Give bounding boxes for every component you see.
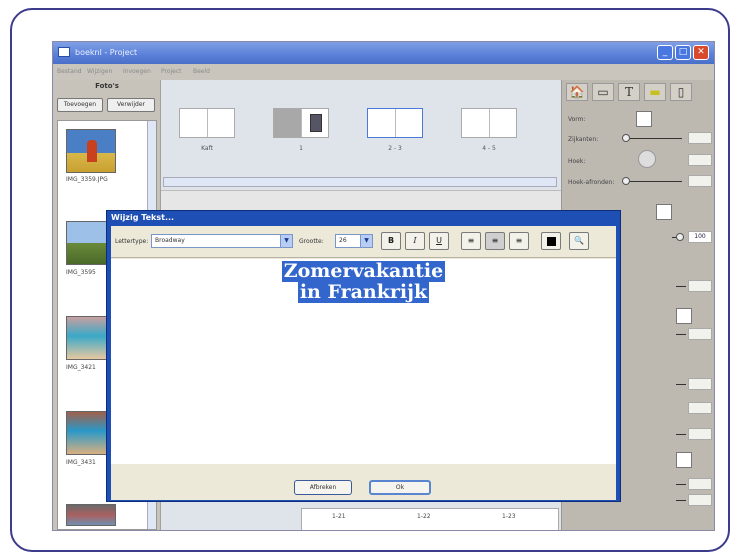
value-box[interactable]: [688, 378, 712, 390]
cancel-button[interactable]: Afbreken: [294, 480, 352, 495]
page-label: 1-23: [502, 513, 516, 520]
maximize-button[interactable]: □: [675, 45, 691, 60]
selected-text-block: Zomervakantie in Frankrijk: [111, 261, 616, 303]
angle-label: Hoek:: [568, 158, 586, 165]
sides-slider-knob[interactable]: [622, 134, 630, 142]
text-line-1: Zomervakantie: [281, 260, 446, 282]
tab-color[interactable]: ▬: [644, 83, 666, 101]
corner-value[interactable]: [688, 175, 712, 187]
text-editor[interactable]: Zomervakantie in Frankrijk: [111, 259, 616, 464]
chevron-down-icon[interactable]: ▼: [280, 235, 292, 247]
tab-text[interactable]: T: [618, 83, 640, 101]
zoom-button[interactable]: 🔍: [569, 232, 589, 250]
slider-track: [676, 434, 686, 435]
photo-label: IMG_3359.JPG: [66, 176, 108, 183]
page-label: 2 - 3: [388, 145, 402, 152]
minimize-button[interactable]: _: [657, 45, 673, 60]
font-value: Broadway: [155, 237, 185, 244]
swatch[interactable]: [676, 452, 692, 468]
value-box[interactable]: [688, 428, 712, 440]
shape-label: Vorm:: [568, 116, 586, 123]
tab-home[interactable]: 🏠: [566, 83, 588, 101]
menu-project[interactable]: Project: [161, 68, 182, 75]
align-center-button[interactable]: ≡: [485, 232, 505, 250]
page-label: Kaft: [201, 145, 213, 152]
app-icon: [58, 47, 70, 57]
italic-button[interactable]: I: [405, 232, 425, 250]
edit-text-dialog: Wijzig Tekst... Lettertype: Broadway ▼ G…: [106, 210, 621, 502]
value-box[interactable]: [688, 402, 712, 414]
sidebar-title: Foto's: [95, 82, 119, 90]
page-spread-2-3[interactable]: [367, 108, 423, 138]
sides-slider-track: [622, 138, 682, 139]
photo-placeholder: [310, 114, 322, 132]
text-line-2: in Frankrijk: [297, 281, 430, 303]
dialog-footer: Afbreken Ok: [111, 464, 616, 500]
angle-dial[interactable]: [638, 150, 656, 168]
text-toolbar: Lettertype: Broadway ▼ Grootte: 26 ▼ B I…: [111, 226, 616, 258]
menu-insert[interactable]: Invoegen: [123, 68, 151, 75]
value-box[interactable]: [688, 478, 712, 490]
text-color-button[interactable]: [541, 232, 561, 250]
sides-label: Zijkanten:: [568, 136, 599, 143]
remove-photo-button[interactable]: Verwijder: [107, 98, 155, 112]
shape-selector[interactable]: [636, 111, 652, 127]
value-box[interactable]: [688, 494, 712, 506]
page-label: 1-21: [332, 513, 346, 520]
size-value: 26: [339, 237, 347, 244]
page-spread-1[interactable]: [273, 108, 329, 138]
photo-thumbnail[interactable]: [66, 129, 116, 173]
ok-button[interactable]: Ok: [369, 480, 431, 495]
corner-label: Hoek-afronden:: [568, 179, 615, 186]
sides-value[interactable]: [688, 132, 712, 144]
font-label: Lettertype:: [115, 238, 149, 245]
slider-track: [676, 484, 686, 485]
title-bar: boeknl - Project _ □ ✕: [53, 42, 714, 64]
page-label: 1: [299, 145, 303, 152]
photo-thumbnail[interactable]: [66, 504, 116, 526]
menu-view[interactable]: Beeld: [193, 68, 210, 75]
font-select[interactable]: Broadway ▼: [151, 234, 293, 248]
color-swatch[interactable]: [656, 204, 672, 220]
dialog-body: Lettertype: Broadway ▼ Grootte: 26 ▼ B I…: [111, 226, 616, 500]
opacity-value[interactable]: 100: [688, 231, 712, 243]
tab-frame[interactable]: ▭: [592, 83, 614, 101]
color-square-icon: [547, 237, 556, 246]
align-right-button[interactable]: ≡: [509, 232, 529, 250]
slider-track: [676, 334, 686, 335]
magnifier-icon: 🔍: [574, 236, 584, 245]
size-label: Grootte:: [299, 238, 324, 245]
add-photo-button[interactable]: Toevoegen: [57, 98, 103, 112]
menu-edit[interactable]: Wijzigen: [87, 68, 112, 75]
slider-track: [676, 500, 686, 501]
window-title: boeknl - Project: [75, 48, 138, 57]
corner-slider-track: [622, 181, 682, 182]
close-button[interactable]: ✕: [693, 45, 709, 60]
value-box[interactable]: [688, 328, 712, 340]
page-overview-scrollbar[interactable]: [163, 177, 557, 187]
underline-button[interactable]: U: [429, 232, 449, 250]
person-figure: [87, 140, 97, 162]
menu-bar: Bestand Wijzigen Invoegen Project Beeld: [53, 64, 714, 80]
opacity-slider-knob[interactable]: [676, 233, 684, 241]
angle-value[interactable]: [688, 154, 712, 166]
chevron-down-icon[interactable]: ▼: [360, 235, 372, 247]
bottom-page-strip: 1-21 1-22 1-23: [301, 508, 559, 530]
slider-track: [676, 384, 686, 385]
dialog-title: Wijzig Tekst...: [111, 213, 175, 222]
menu-file[interactable]: Bestand: [57, 68, 82, 75]
page-spread-cover[interactable]: [179, 108, 235, 138]
slider-track: [676, 286, 686, 287]
bold-button[interactable]: B: [381, 232, 401, 250]
page-toolbar: [161, 190, 561, 212]
page-spread-4-5[interactable]: [461, 108, 517, 138]
swatch[interactable]: [676, 308, 692, 324]
page-label: 1-22: [417, 513, 431, 520]
align-left-button[interactable]: ≡: [461, 232, 481, 250]
size-select[interactable]: 26 ▼: [335, 234, 373, 248]
page-label: 4 - 5: [482, 145, 496, 152]
value-box[interactable]: [688, 280, 712, 292]
corner-slider-knob[interactable]: [622, 177, 630, 185]
tab-page[interactable]: ▯: [670, 83, 692, 101]
